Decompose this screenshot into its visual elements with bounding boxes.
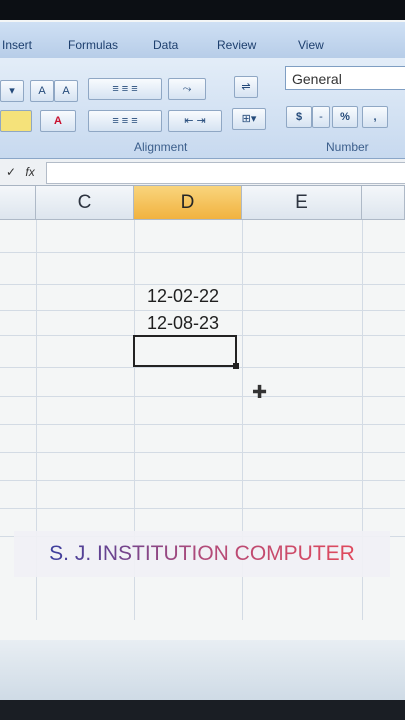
formula-bar: ✓ fx	[0, 159, 405, 186]
font-dropdown-arrow[interactable]: ▾	[0, 80, 24, 102]
tab-formulas[interactable]: Formulas	[68, 38, 118, 52]
tab-insert[interactable]: Insert	[2, 38, 32, 52]
currency-dropdown[interactable]: -	[312, 106, 330, 128]
column-header-f[interactable]	[362, 186, 405, 220]
grow-font-icon[interactable]: A	[30, 80, 54, 102]
formula-buttons[interactable]: ✓ fx	[0, 163, 50, 181]
check-icon[interactable]: ✓	[6, 165, 16, 179]
column-header-c[interactable]: C	[36, 186, 134, 220]
percent-button[interactable]: %	[332, 106, 358, 128]
alignment-group-label: Alignment	[134, 140, 188, 154]
ribbon: ▾ A A A ≡ ≡ ≡ ⤳ ≡ ≡ ≡ ⇤ ⇥ ⇌ ⊞▾ General $…	[0, 58, 405, 159]
font-color-icon[interactable]: A	[40, 110, 76, 132]
orientation-icon[interactable]: ⤳	[168, 78, 206, 100]
cell-d2[interactable]: 12-08-23	[147, 313, 219, 334]
currency-button[interactable]: $	[286, 106, 312, 128]
excel-screen: Insert Formulas Data Review View ▾ A A A…	[0, 20, 405, 700]
comma-button[interactable]: ,	[362, 106, 388, 128]
taskbar-area	[0, 640, 405, 700]
watermark-banner: S. J. INSTITUTION COMPUTER	[14, 531, 390, 577]
function-icon[interactable]: fx	[25, 165, 34, 179]
column-header-e[interactable]: E	[242, 186, 362, 220]
fill-handle[interactable]	[233, 363, 239, 369]
column-header-b[interactable]	[0, 186, 36, 220]
merge-center-icon[interactable]: ⊞▾	[232, 108, 266, 130]
window-top-bar	[0, 0, 405, 22]
wrap-text-icon[interactable]: ⇌	[234, 76, 258, 98]
number-group-label: Number	[326, 140, 369, 154]
number-format-select[interactable]: General	[285, 66, 405, 90]
tab-data[interactable]: Data	[153, 38, 178, 52]
indent-icon[interactable]: ⇤ ⇥	[168, 110, 222, 132]
active-cell[interactable]	[133, 335, 237, 367]
tab-view[interactable]: View	[298, 38, 324, 52]
align-left-icon[interactable]: ≡ ≡ ≡	[88, 110, 162, 132]
align-top-icon[interactable]: ≡ ≡ ≡	[88, 78, 162, 100]
banner-text: S. J. INSTITUTION COMPUTER	[49, 542, 355, 565]
cell-d1[interactable]: 12-02-22	[147, 286, 219, 307]
shrink-font-icon[interactable]: A	[54, 80, 78, 102]
ribbon-tabs: Insert Formulas Data Review View	[0, 22, 405, 58]
tab-review[interactable]: Review	[217, 38, 256, 52]
fill-color-icon[interactable]	[0, 110, 32, 132]
cell-cursor-icon: ✚	[252, 382, 268, 402]
column-header-d[interactable]: D	[134, 186, 242, 220]
formula-input[interactable]	[46, 162, 405, 184]
